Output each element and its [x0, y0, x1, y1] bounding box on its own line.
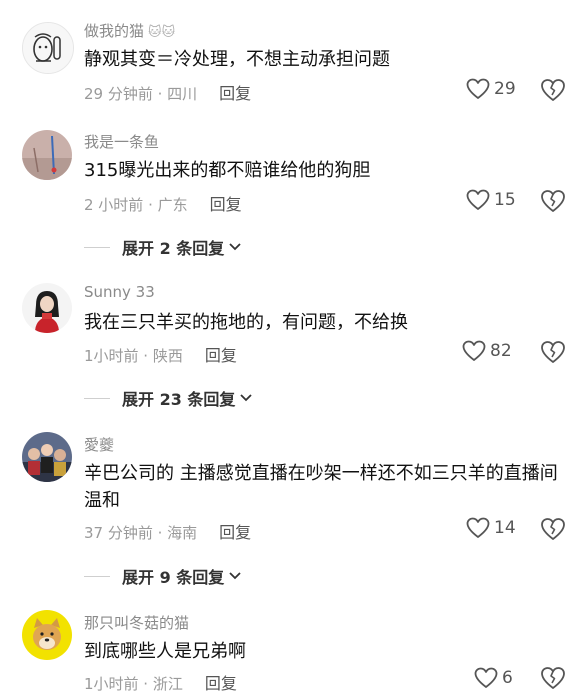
- dislike-button[interactable]: [540, 340, 566, 364]
- heart-icon: [466, 78, 490, 99]
- heart-icon: [462, 340, 486, 361]
- username-badge-icon: 🐱🐱: [148, 25, 176, 40]
- comment-meta: 1小时前 · 陕西: [84, 347, 183, 365]
- broken-heart-icon: [541, 79, 565, 101]
- comment-text: 辛巴公司的 主播感觉直播在吵架一样还不如三只羊的直播间温和: [84, 463, 558, 511]
- group-photo-avatar-icon: [22, 432, 72, 482]
- reply-button[interactable]: 回复: [205, 674, 237, 693]
- girl-red-scarf-avatar-icon: [22, 283, 72, 333]
- avatar[interactable]: [22, 22, 74, 74]
- cartoon-sketch-avatar-icon: [23, 23, 73, 73]
- like-button[interactable]: 14: [466, 517, 516, 539]
- expand-replies-button[interactable]: 展开 2 条回复: [84, 235, 242, 259]
- divider-line: [84, 575, 110, 577]
- like-count: 14: [494, 518, 516, 538]
- broken-heart-icon: [541, 518, 565, 540]
- comment-meta: 2 小时前 · 广东: [84, 196, 188, 214]
- like-button[interactable]: 15: [466, 189, 516, 211]
- comment-meta: 29 分钟前 · 四川: [84, 85, 198, 103]
- comment-text: 315曝光出来的都不赔谁给他的狗胆: [84, 160, 371, 181]
- comment-meta: 37 分钟前 · 海南: [84, 524, 198, 542]
- comment-meta: 1小时前 · 浙江: [84, 675, 183, 693]
- username[interactable]: 我是一条鱼: [84, 131, 159, 152]
- pinkish-photo-avatar-icon: [22, 130, 72, 180]
- comment-text: 静观其变＝冷处理，不想主动承担问题: [84, 49, 390, 70]
- expand-replies-label: 展开 9 条回复: [122, 568, 225, 587]
- like-button[interactable]: 6: [474, 667, 513, 689]
- expand-replies-label: 展开 23 条回复: [122, 390, 236, 409]
- avatar[interactable]: [22, 432, 72, 482]
- dislike-button[interactable]: [540, 78, 566, 102]
- expand-replies-label: 展开 2 条回复: [122, 239, 225, 258]
- divider-line: [84, 246, 110, 248]
- avatar[interactable]: [22, 283, 72, 333]
- like-count: 29: [494, 79, 516, 99]
- reply-button[interactable]: 回复: [219, 523, 251, 542]
- avatar[interactable]: [22, 610, 72, 660]
- expand-replies-button[interactable]: 展开 9 条回复: [84, 564, 242, 588]
- dislike-button[interactable]: [540, 189, 566, 213]
- username[interactable]: 那只叫冬菇的猫: [84, 612, 189, 633]
- heart-icon: [466, 189, 490, 210]
- comment-text: 我在三只羊买的拖地的，有问题，不给换: [84, 312, 408, 333]
- reply-button[interactable]: 回复: [219, 84, 251, 103]
- like-count: 82: [490, 341, 512, 361]
- chevron-down-icon: [240, 394, 253, 402]
- broken-heart-icon: [541, 667, 565, 689]
- comment-text: 到底哪些人是兄弟啊: [84, 641, 246, 662]
- like-button[interactable]: 29: [466, 78, 516, 100]
- dislike-button[interactable]: [540, 666, 566, 690]
- like-count: 6: [502, 668, 513, 688]
- avatar[interactable]: [22, 130, 72, 180]
- username[interactable]: Sunny 33: [84, 283, 155, 301]
- dislike-button[interactable]: [540, 517, 566, 541]
- like-count: 15: [494, 190, 516, 210]
- username[interactable]: 做我的猫: [84, 22, 144, 40]
- shiba-doge-avatar-icon: [22, 610, 72, 660]
- broken-heart-icon: [541, 190, 565, 212]
- chevron-down-icon: [229, 243, 241, 251]
- expand-replies-button[interactable]: 展开 23 条回复: [84, 386, 253, 410]
- reply-button[interactable]: 回复: [210, 195, 242, 214]
- heart-icon: [466, 517, 490, 538]
- like-button[interactable]: 82: [462, 340, 512, 362]
- username[interactable]: 愛夔: [84, 434, 114, 455]
- divider-line: [84, 397, 110, 399]
- broken-heart-icon: [541, 341, 565, 363]
- chevron-down-icon: [229, 572, 241, 580]
- reply-button[interactable]: 回复: [205, 346, 237, 365]
- heart-icon: [474, 667, 498, 688]
